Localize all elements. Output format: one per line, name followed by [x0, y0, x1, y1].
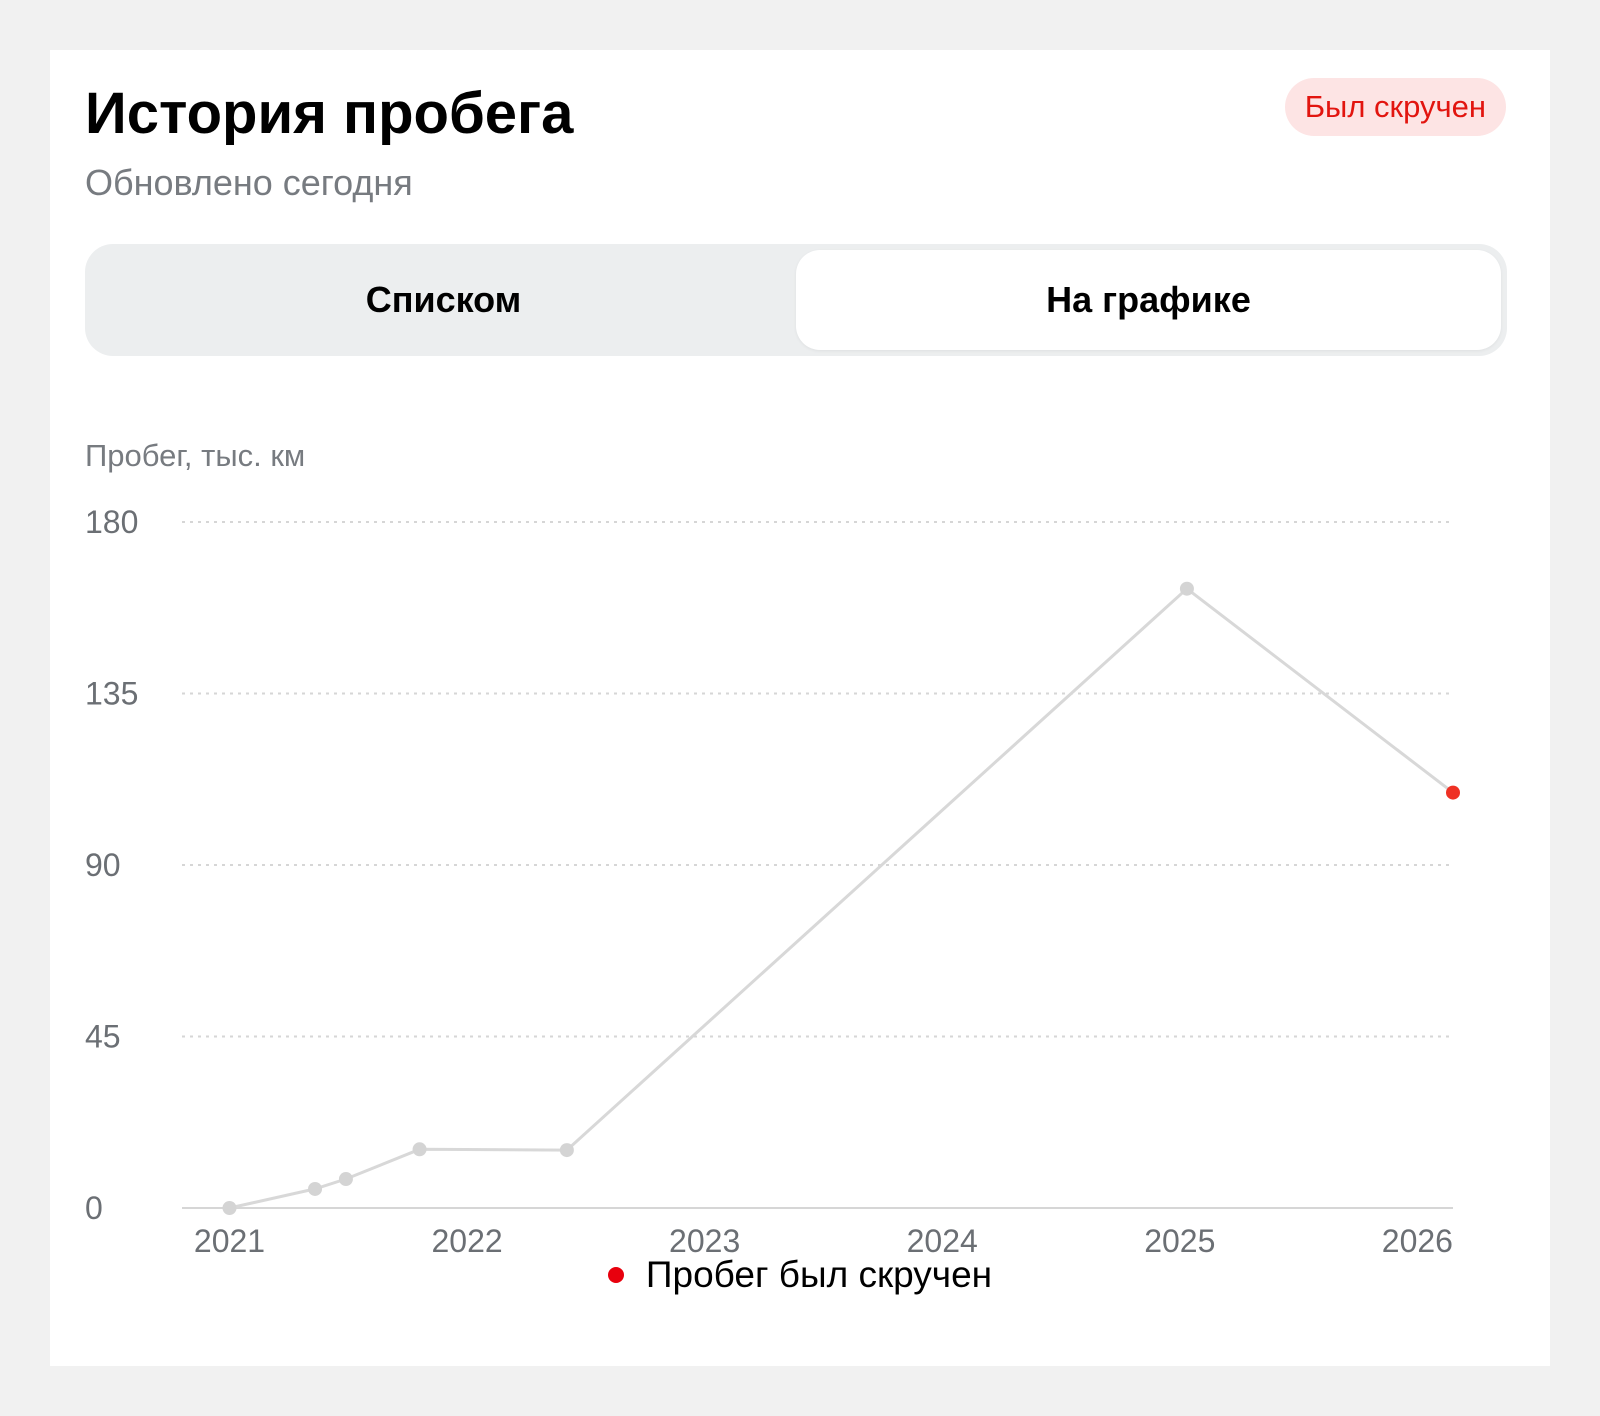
tab-chart-view[interactable]: На графике	[796, 250, 1501, 350]
data-point[interactable]	[1179, 581, 1194, 596]
updated-subtitle: Обновлено сегодня	[85, 162, 413, 203]
data-point[interactable]	[222, 1201, 237, 1215]
data-point[interactable]	[338, 1172, 353, 1187]
mileage-series-line	[229, 587, 1454, 1210]
y-tick-label: 0	[85, 1190, 103, 1226]
data-point[interactable]	[559, 1143, 574, 1158]
view-switcher: Списком На графике	[85, 244, 1507, 356]
y-tick-label: 45	[85, 1019, 121, 1055]
mileage-history-card: История пробега Обновлено сегодня Был ск…	[50, 50, 1550, 1366]
y-tick-label: 135	[85, 676, 138, 712]
card-title: История пробега	[85, 81, 574, 146]
rollback-legend-dot	[607, 1267, 624, 1283]
data-point[interactable]	[308, 1181, 323, 1196]
mileage-chart: Пробег, тыс. км 04590135180 2021 2022 2023…	[85, 438, 1460, 1259]
y-axis-title: Пробег, тыс. км	[85, 438, 305, 473]
data-point[interactable]	[412, 1142, 427, 1157]
y-tick-label: 90	[85, 847, 121, 883]
tab-list-view[interactable]: Списком	[91, 250, 796, 350]
y-tick-label: 180	[85, 504, 138, 540]
chart-legend: Пробег был скручен	[50, 1245, 1550, 1305]
rollback-legend-label: Пробег был скручен	[645, 1254, 993, 1295]
rollback-status-badge: Был скручен	[1284, 78, 1506, 136]
rollback-data-point[interactable]	[1446, 785, 1460, 800]
